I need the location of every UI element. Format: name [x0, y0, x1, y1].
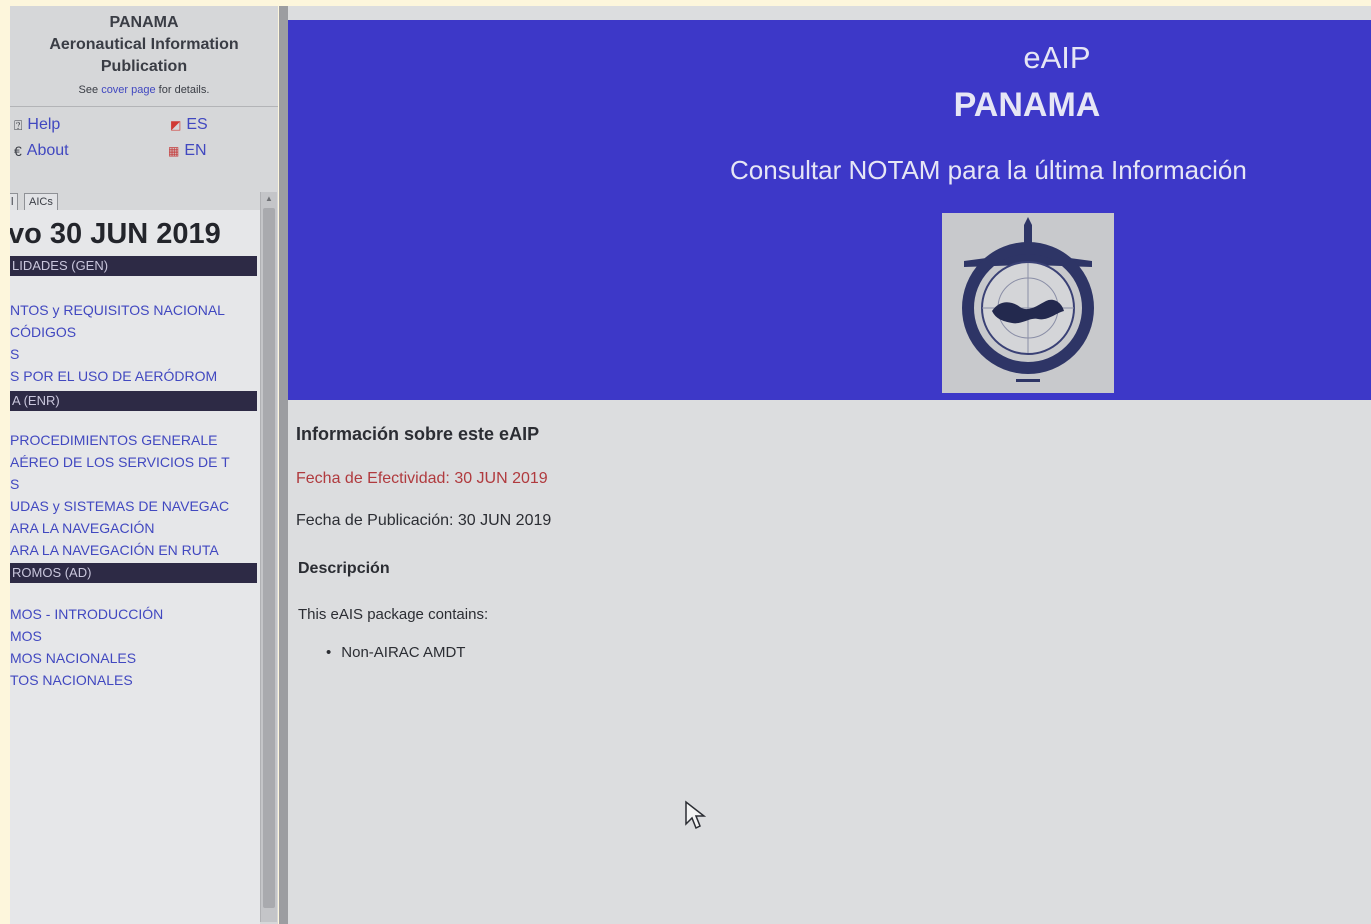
- toc-link[interactable]: UDAS y SISTEMAS DE NAVEGAC: [10, 498, 260, 514]
- eaip-banner: eAIP PANAMA Consultar NOTAM para la últi…: [288, 20, 1371, 400]
- toc-link[interactable]: TOS NACIONALES: [10, 672, 260, 688]
- language-en-link[interactable]: ▦ EN: [168, 142, 207, 160]
- info-heading: Información sobre este eAIP: [296, 424, 540, 444]
- toc-link[interactable]: ARA LA NAVEGACIÓN: [10, 520, 260, 536]
- toolbar: ⍰ Help € About ◩ ES ▦ EN: [10, 116, 278, 166]
- main-frame: eAIP PANAMA Consultar NOTAM para la últi…: [288, 6, 1371, 924]
- description-heading: Descripción: [298, 560, 390, 577]
- toc-link[interactable]: PROCEDIMIENTOS GENERALE: [10, 432, 260, 448]
- banner-title: eAIP: [1023, 40, 1091, 75]
- section-enr-header[interactable]: A (ENR): [10, 391, 257, 411]
- package-contents-list: Non-AIRAC AMDT: [326, 644, 465, 661]
- toc-link[interactable]: ARA LA NAVEGACIÓN EN RUTA: [10, 542, 260, 558]
- panama-flag-icon: ◩: [170, 118, 182, 132]
- publication-title-line1: Aeronautical Information: [49, 36, 239, 53]
- cover-page-link[interactable]: cover page: [101, 84, 155, 96]
- about-link[interactable]: € About: [14, 142, 69, 160]
- effective-date-heading: vo 30 JUN 2019: [10, 218, 221, 250]
- country-title: PANAMA: [109, 14, 179, 31]
- section-gen-header[interactable]: LIDADES (GEN): [10, 256, 257, 276]
- toc-link[interactable]: MOS: [10, 628, 260, 644]
- toc-link[interactable]: NTOS y REQUISITOS NACIONAL: [10, 302, 260, 318]
- section-ad-header[interactable]: ROMOS (AD): [10, 563, 257, 583]
- description-text: This eAIS package contains:: [298, 606, 489, 623]
- publication-date: Fecha de Publicación: 30 JUN 2019: [296, 512, 552, 529]
- publication-title-line2: Publication: [100, 58, 188, 75]
- banner-country: PANAMA: [953, 86, 1101, 124]
- tab-aip[interactable]: l: [10, 193, 19, 211]
- frame-divider[interactable]: [279, 6, 288, 924]
- tab-aics[interactable]: AICs: [24, 193, 58, 211]
- notam-notice: Consultar NOTAM para la última Informaci…: [730, 155, 1247, 185]
- publication-header: PANAMA Aeronautical Information Publicat…: [10, 6, 278, 107]
- toc-link[interactable]: S: [10, 476, 260, 492]
- toc-scrollbar[interactable]: ▲: [260, 192, 277, 922]
- seal-graphic: [962, 217, 1094, 382]
- help-link[interactable]: ⍰ Help: [14, 116, 60, 134]
- scroll-up-icon[interactable]: ▲: [261, 192, 277, 206]
- toc-link[interactable]: S POR EL USO DE AERÓDROM: [10, 368, 260, 384]
- toc-link[interactable]: MOS - INTRODUCCIÓN: [10, 606, 260, 622]
- table-of-contents: vo 30 JUN 2019 LIDADES (GEN) NTOS y REQU…: [10, 210, 260, 924]
- list-item: Non-AIRAC AMDT: [326, 644, 465, 661]
- effective-date: Fecha de Efectividad: 30 JUN 2019: [296, 470, 548, 487]
- scrollbar-thumb[interactable]: [263, 208, 275, 908]
- toc-link[interactable]: AÉREO DE LOS SERVICIOS DE T: [10, 454, 260, 470]
- language-es-link[interactable]: ◩ ES: [170, 116, 208, 134]
- aviation-authority-seal-icon: [942, 213, 1114, 393]
- cover-page-note: See cover page for details.: [78, 84, 210, 96]
- help-icon: ⍰: [14, 116, 23, 133]
- toc-link[interactable]: MOS NACIONALES: [10, 650, 260, 666]
- mouse-pointer-icon: [685, 800, 706, 830]
- about-icon: €: [14, 143, 22, 159]
- toc-link[interactable]: CÓDIGOS: [10, 324, 260, 340]
- toc-link[interactable]: S: [10, 346, 260, 362]
- uk-flag-icon: ▦: [168, 144, 180, 158]
- left-frame: PANAMA Aeronautical Information Publicat…: [10, 6, 278, 924]
